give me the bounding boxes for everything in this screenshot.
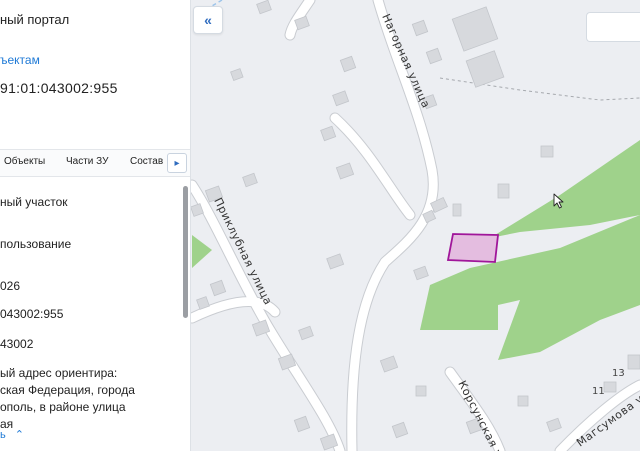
info-row: ская Федерация, города bbox=[0, 383, 135, 397]
expand-more-link[interactable]: ь ⌃ bbox=[0, 428, 24, 441]
more-link-text: ь bbox=[0, 429, 6, 441]
building bbox=[379, 355, 399, 373]
building bbox=[332, 90, 350, 107]
cadastral-number: 91:01:043002:955 bbox=[0, 80, 118, 96]
info-list: ный участок пользование 026 043002:955 4… bbox=[0, 178, 182, 451]
tab-objects[interactable]: Объекты bbox=[4, 156, 45, 167]
building bbox=[209, 279, 227, 297]
info-row: 043002:955 bbox=[0, 307, 64, 321]
building bbox=[465, 50, 505, 88]
street-label-korsunskaya: Корсунская у bbox=[455, 378, 505, 451]
building bbox=[335, 162, 355, 180]
building bbox=[339, 55, 357, 73]
tab-composition[interactable]: Состав bbox=[130, 156, 163, 167]
chevron-right-icon: ▸ bbox=[174, 157, 180, 169]
panel-scrollbar[interactable] bbox=[183, 186, 188, 318]
tabs-next-button[interactable]: ▸ bbox=[167, 153, 187, 173]
info-row: ополь, в районе улица bbox=[0, 400, 126, 414]
selected-parcel[interactable] bbox=[446, 233, 500, 263]
info-row: ный участок bbox=[0, 195, 68, 209]
building bbox=[413, 265, 429, 281]
top-right-search-box[interactable] bbox=[586, 12, 640, 42]
green-area bbox=[490, 140, 640, 238]
building bbox=[391, 421, 409, 439]
info-row: ый адрес ориентира: bbox=[0, 366, 118, 380]
info-row: пользование bbox=[0, 237, 72, 251]
building bbox=[230, 68, 244, 81]
house-number: 11 bbox=[592, 386, 605, 397]
house-number: 13 bbox=[612, 368, 625, 379]
info-panel: ный портал ъектам 91:01:043002:955 Объек… bbox=[0, 0, 191, 451]
building bbox=[497, 183, 510, 199]
building bbox=[415, 385, 427, 397]
panel-tabs: Объекты Части ЗУ Состав ▸ bbox=[0, 149, 190, 177]
building bbox=[627, 354, 640, 370]
info-row: 026 bbox=[0, 279, 21, 293]
building bbox=[298, 325, 314, 341]
building bbox=[546, 417, 562, 433]
tab-parts[interactable]: Части ЗУ bbox=[66, 156, 108, 167]
building bbox=[451, 6, 499, 52]
building bbox=[256, 0, 272, 15]
building bbox=[293, 415, 311, 433]
building bbox=[452, 203, 462, 217]
building bbox=[242, 172, 258, 188]
boundary-line bbox=[439, 77, 640, 101]
collapse-panel-button[interactable]: « bbox=[193, 6, 223, 34]
building bbox=[603, 381, 617, 393]
building bbox=[425, 47, 443, 65]
info-row: 43002 bbox=[0, 337, 34, 351]
building bbox=[320, 125, 337, 142]
objects-link[interactable]: ъектам bbox=[0, 53, 40, 67]
building bbox=[540, 145, 554, 158]
building bbox=[326, 253, 345, 270]
building bbox=[517, 395, 529, 407]
double-chevron-left-icon: « bbox=[204, 12, 212, 28]
portal-title: ный портал bbox=[0, 12, 70, 27]
building bbox=[411, 19, 429, 37]
green-area bbox=[192, 235, 212, 268]
chevron-up-icon: ⌃ bbox=[14, 429, 25, 441]
